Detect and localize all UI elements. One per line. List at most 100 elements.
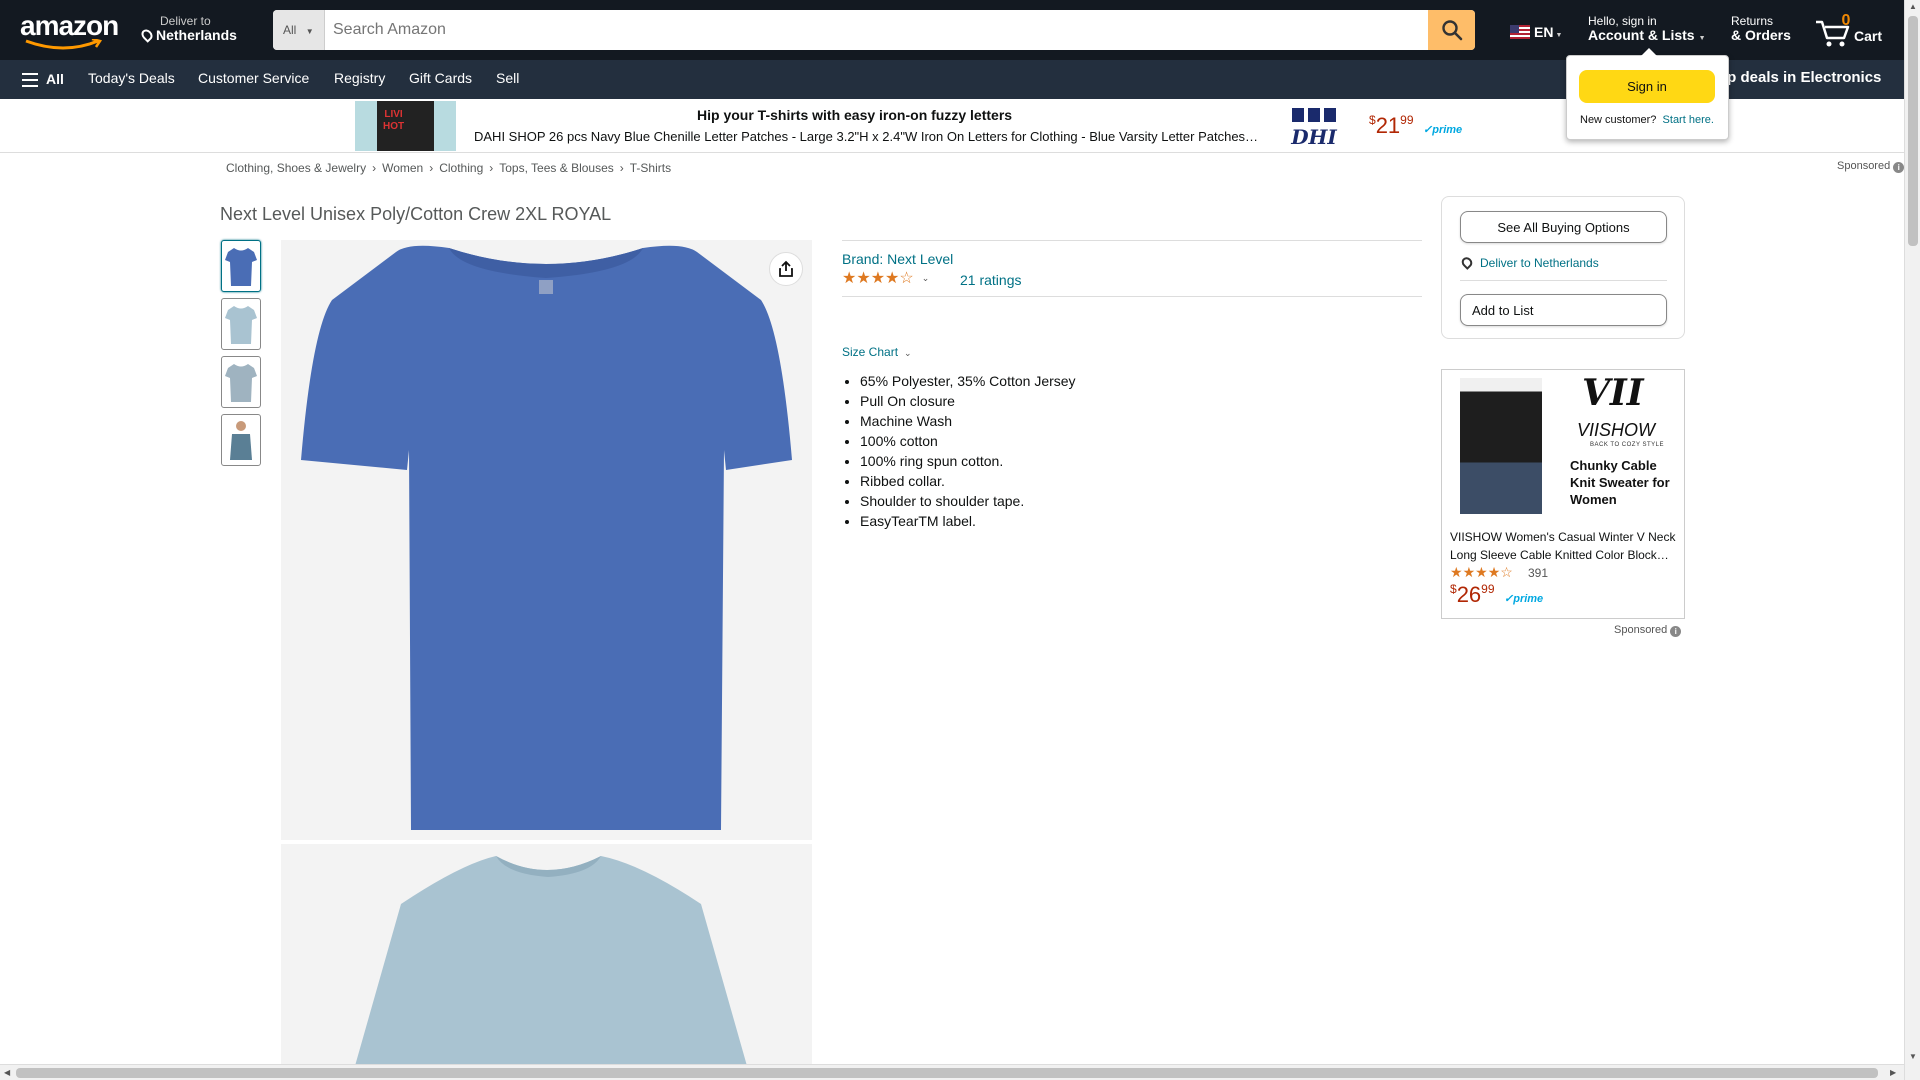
deliver-to-location[interactable]: Deliver to Netherlands [139,14,237,43]
nav-all[interactable]: All [46,71,64,87]
ad-model-image[interactable] [1460,378,1542,514]
horizontal-scroll-thumb[interactable] [16,1068,1878,1078]
banner-image-text: LIVI HOT [383,109,405,132]
size-chart-link[interactable]: Size Chart ⌄ [842,345,912,359]
secondary-product-image[interactable] [281,844,812,1080]
language-selector[interactable]: EN ▼ [1510,24,1562,40]
sponsored-label[interactable]: Sponsored i [1614,624,1682,637]
deliver-location: Netherlands [156,27,237,43]
sponsored-ad[interactable]: VII VIISHOW BACK TO COZY STYLE Chunky Ca… [1441,369,1685,619]
info-icon: i [1893,162,1905,173]
nav-customer-service[interactable]: Customer Service [198,70,309,86]
ad-price: $2699 [1450,582,1495,608]
prime-badge: ✓prime [1423,123,1462,136]
nav-sell[interactable]: Sell [496,70,519,86]
tshirt-thumbnail-icon [225,306,257,344]
horizontal-scrollbar[interactable]: ◀ ▶ [0,1064,1904,1080]
breadcrumb-item[interactable]: T-Shirts [630,161,671,175]
rating-stars[interactable]: ★★★★☆ ⌄ [842,270,929,288]
main-product-image[interactable] [281,240,812,840]
scroll-right-arrow-icon[interactable]: ▶ [1890,1068,1896,1077]
divider [842,240,1422,241]
breadcrumb-item[interactable]: Women [382,161,423,175]
chevron-right-icon: › [429,161,434,175]
ad-description-link[interactable]: VIISHOW Women's Casual Winter V Neck Lon… [1450,528,1678,564]
new-customer-text: New customer? Start here. [1580,114,1714,126]
ad-tagline: BACK TO COZY STYLE [1590,442,1665,448]
chevron-down-icon: ⌄ [904,348,912,358]
location-pin-icon [139,27,155,43]
scroll-left-arrow-icon[interactable]: ◀ [4,1068,10,1077]
tshirt-thumbnail-icon [225,364,257,402]
size-chart-label: Size Chart [842,345,899,359]
price-whole: 26 [1456,582,1482,607]
scroll-up-arrow-icon[interactable]: ▲ [1909,2,1917,11]
thumbnail-2[interactable] [221,298,261,350]
breadcrumb-item[interactable]: Tops, Tees & Blouses [499,161,614,175]
nav-deals-promo[interactable]: op deals in Electronics [1718,69,1881,86]
feature-bullet: 100% cotton [860,431,1402,451]
thumbnail-1[interactable] [221,240,261,292]
share-button[interactable] [769,252,803,286]
amazon-logo[interactable]: amazon [20,12,122,50]
add-to-list-button[interactable]: Add to List [1460,294,1667,326]
star-full-icon: ★ [1450,564,1463,580]
start-here-link[interactable]: Start here. [1663,114,1714,126]
breadcrumb-item[interactable]: Clothing, Shoes & Jewelry [226,161,366,175]
star-full-icon: ★ [1475,564,1488,580]
search-icon [1441,20,1462,41]
price-fraction: 99 [1400,113,1414,127]
search-bar: All ▼ [273,10,1475,50]
price-fraction: 99 [1481,582,1495,596]
nav-gift-cards[interactable]: Gift Cards [409,70,472,86]
sponsored-text: Sponsored [1614,624,1668,636]
star-full-icon: ★ [885,270,900,287]
sponsored-label[interactable]: Sponsored i [1837,160,1905,173]
feature-bullet: EasyTearTM label. [860,511,1402,531]
ratings-count-link[interactable]: 21 ratings [960,272,1021,288]
account-lists-label: Account & Lists [1588,27,1695,43]
nav-registry[interactable]: Registry [334,70,385,86]
search-input[interactable] [325,10,1425,50]
banner-description[interactable]: DAHI SHOP 26 pcs Navy Blue Chenille Lett… [474,129,1260,144]
sponsored-text: Sponsored [1837,160,1891,172]
location-pin-icon [1459,255,1475,270]
thumbnail-4[interactable] [221,414,261,466]
smile-icon [25,39,103,50]
deliver-to-link[interactable]: Deliver to Netherlands [1459,255,1599,270]
search-category-dropdown[interactable]: All ▼ [273,10,325,50]
nav-todays-deals[interactable]: Today's Deals [88,70,175,86]
new-customer-label: New customer? [1580,114,1657,126]
breadcrumb: Clothing, Shoes & Jewelry › Women › Clothing… [226,161,671,175]
star-full-icon: ★ [870,270,886,287]
thumbnail-3[interactable] [221,356,261,408]
hamburger-menu-icon[interactable] [22,73,38,87]
ad-rating-stars[interactable]: ★★★★☆ [1450,564,1513,582]
signin-popover: Sign in New customer? Start here. [1566,48,1729,140]
search-button[interactable] [1428,10,1475,50]
account-lists[interactable]: Hello, sign in Account & Lists ▼ [1588,14,1706,46]
check-icon: ✓ [1423,124,1433,136]
feature-bullet: 100% ring spun cotton. [860,451,1402,471]
search-category-label: All [283,23,297,37]
returns-orders[interactable]: Returns & Orders [1731,14,1791,42]
scroll-down-arrow-icon[interactable]: ▼ [1909,1052,1917,1061]
buy-box: See All Buying Options Deliver to Nether… [1441,196,1685,339]
signin-button[interactable]: Sign in [1579,70,1715,103]
breadcrumb-item[interactable]: Clothing [439,161,483,175]
model-thumbnail-icon [230,421,252,460]
vertical-scroll-thumb[interactable] [1908,16,1918,246]
banner-title[interactable]: Hip your T-shirts with easy iron-on fuzz… [697,107,1012,123]
ad-headline: Chunky Cable Knit Sweater for Women [1570,458,1670,507]
vertical-scrollbar[interactable]: ▲ ▼ [1904,0,1920,1080]
star-empty-icon: ☆ [1500,564,1513,580]
brand-link[interactable]: Brand: Next Level [842,251,953,267]
feature-bullet: 65% Polyester, 35% Cotton Jersey [860,371,1402,391]
banner-product-image[interactable]: LIVI HOT [355,101,456,151]
price-whole: 21 [1375,113,1401,138]
cart-button[interactable]: 0 Cart [1814,10,1894,50]
banner-brand-logo[interactable]: DHI [1289,105,1339,149]
ad-brand-mark: VII [1582,372,1644,414]
language-label: EN [1534,24,1554,40]
see-all-buying-options-button[interactable]: See All Buying Options [1460,211,1667,243]
